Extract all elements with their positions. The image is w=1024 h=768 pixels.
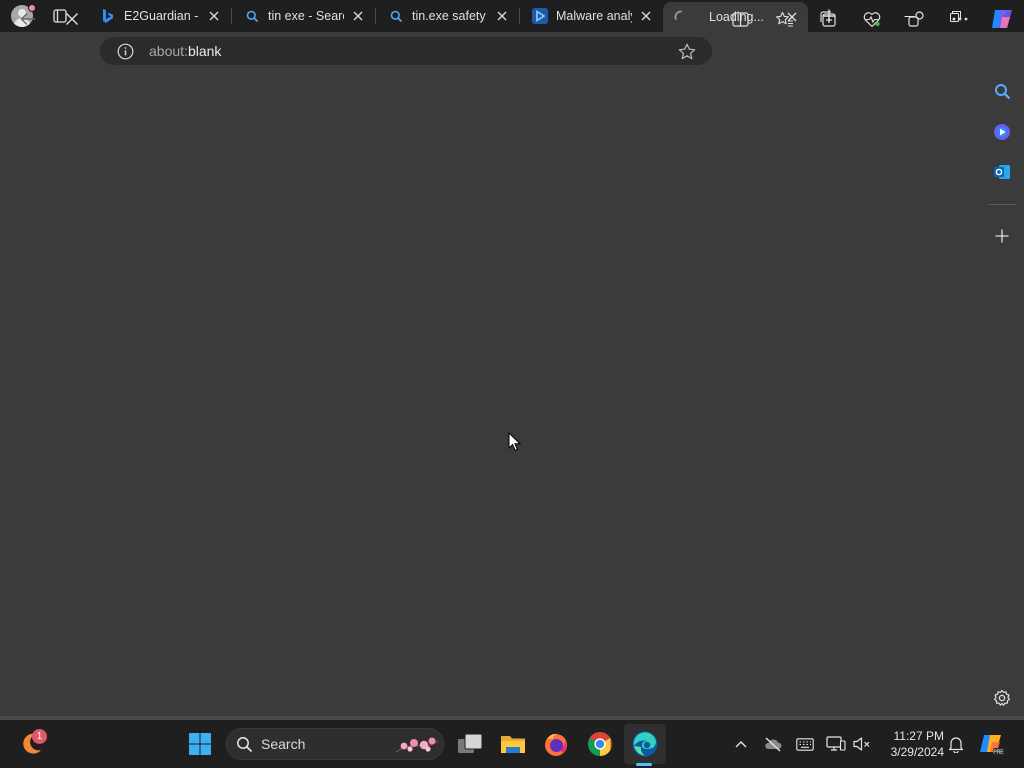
task-view-icon[interactable] <box>452 726 488 762</box>
page-content-blank <box>0 70 984 716</box>
sidebar-divider <box>988 204 1016 205</box>
more-menu-icon[interactable] <box>946 5 974 33</box>
mouse-cursor-icon <box>508 431 522 452</box>
sidebar-copilot-icon[interactable] <box>990 120 1014 144</box>
network-monitor-icon[interactable] <box>826 734 846 754</box>
taskbar-search-icon <box>226 726 262 762</box>
site-info-icon[interactable] <box>117 43 134 60</box>
bing-icon <box>100 8 116 24</box>
tab-title: Malware analy <box>556 9 632 23</box>
clock-time: 11:27 PM <box>893 729 944 743</box>
chrome-icon[interactable] <box>582 726 618 762</box>
edge-active-indicator <box>636 763 652 766</box>
extensions-icon[interactable] <box>902 5 930 33</box>
tab-close-icon[interactable] <box>350 8 366 24</box>
tab-tin-exe-safety[interactable]: tin.exe safety - <box>380 0 518 32</box>
search-icon <box>388 8 404 24</box>
firefox-icon[interactable] <box>538 726 574 762</box>
copilot-icon[interactable] <box>988 5 1016 33</box>
onedrive-offline-icon[interactable] <box>763 734 783 754</box>
browser-essentials-icon[interactable] <box>858 5 886 33</box>
touch-keyboard-icon[interactable] <box>795 734 815 754</box>
address-path: blank <box>187 43 222 59</box>
tab-title: tin.exe safety - <box>412 9 488 23</box>
tab-tin-exe-search[interactable]: tin exe - Search <box>236 0 374 32</box>
stop-loading-button[interactable] <box>58 5 86 33</box>
start-windows-icon[interactable] <box>182 726 218 762</box>
edge-browser-icon[interactable] <box>627 726 663 762</box>
clock-date: 3/29/2024 <box>890 745 944 759</box>
cherry-blossom-search-highlight-icon <box>394 726 440 762</box>
taskbar-search-label: Search <box>261 736 306 752</box>
tab-title: tin exe - Search <box>268 9 344 23</box>
collections-icon[interactable] <box>814 5 842 33</box>
copilot-pre-taskbar-icon[interactable]: PRE <box>974 726 1010 762</box>
tab-title: E2Guardian - A <box>124 9 200 23</box>
taskbar-clock[interactable]: 11:27 PM 3/29/2024 <box>880 728 944 760</box>
tab-separator <box>519 8 520 24</box>
sidebar-settings-icon[interactable] <box>990 686 1014 710</box>
show-hidden-icons-chevron-icon[interactable] <box>731 734 751 754</box>
search-icon <box>244 8 260 24</box>
back-button[interactable] <box>14 5 42 33</box>
malware-analysis-icon <box>532 8 548 24</box>
tab-malware-analysis[interactable]: Malware analy <box>524 0 662 32</box>
tab-close-icon[interactable] <box>206 8 222 24</box>
address-text[interactable]: about:blank <box>149 43 221 60</box>
address-scheme: about: <box>149 43 188 59</box>
sidebar-outlook-icon[interactable] <box>990 160 1014 184</box>
favorite-star-icon[interactable] <box>677 42 697 62</box>
tab-separator <box>231 8 232 24</box>
sidebar-search-icon[interactable] <box>990 79 1014 103</box>
loading-spinner-icon <box>673 9 689 25</box>
tab-close-icon[interactable] <box>494 8 510 24</box>
favorites-icon[interactable] <box>770 5 798 33</box>
notification-badge: 1 <box>32 729 47 744</box>
volume-muted-icon[interactable] <box>852 734 872 754</box>
file-explorer-icon[interactable] <box>495 726 531 762</box>
tab-close-icon[interactable] <box>638 8 654 24</box>
tab-separator <box>375 8 376 24</box>
sidebar-add-icon[interactable] <box>990 224 1014 248</box>
tab-e2guardian[interactable]: E2Guardian - A <box>92 0 230 32</box>
notification-bell-icon[interactable] <box>946 734 966 754</box>
split-screen-icon[interactable] <box>726 5 754 33</box>
svg-text:PRE: PRE <box>993 750 1004 756</box>
